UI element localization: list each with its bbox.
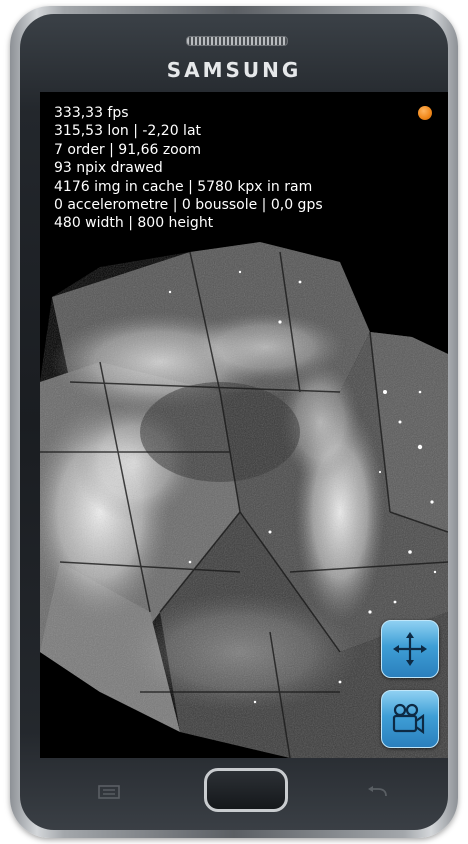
home-button[interactable] (204, 768, 288, 812)
hud-cache: 4176 img in cache | 5780 kpx in ram (54, 178, 313, 195)
hud-fps: 333,33 fps (54, 105, 129, 121)
menu-icon[interactable] (98, 784, 120, 799)
debug-info-overlay: 333,33 fps 315,53 lon | -2,20 lat 7 orde… (54, 104, 323, 233)
brand-logo: SAMSUNG (166, 58, 302, 82)
hardware-key-bar (40, 758, 428, 822)
hud-coordinates: 315,53 lon | -2,20 lat (54, 123, 202, 140)
hud-sensors: 0 accelerometre | 0 boussole | 0,0 gps (54, 197, 323, 214)
camera-mode-button[interactable] (381, 690, 439, 748)
pan-mode-button[interactable] (381, 620, 439, 678)
back-arrow-icon[interactable] (366, 784, 390, 798)
app-screen[interactable]: 333,33 fps 315,53 lon | -2,20 lat 7 orde… (40, 92, 448, 758)
hud-npix: 93 npix drawed (54, 160, 163, 177)
earpiece-speaker (186, 36, 288, 46)
hud-resolution: 480 width | 800 height (54, 215, 214, 232)
hud-order-zoom: 7 order | 91,66 zoom (54, 141, 201, 158)
status-indicator (418, 106, 432, 120)
